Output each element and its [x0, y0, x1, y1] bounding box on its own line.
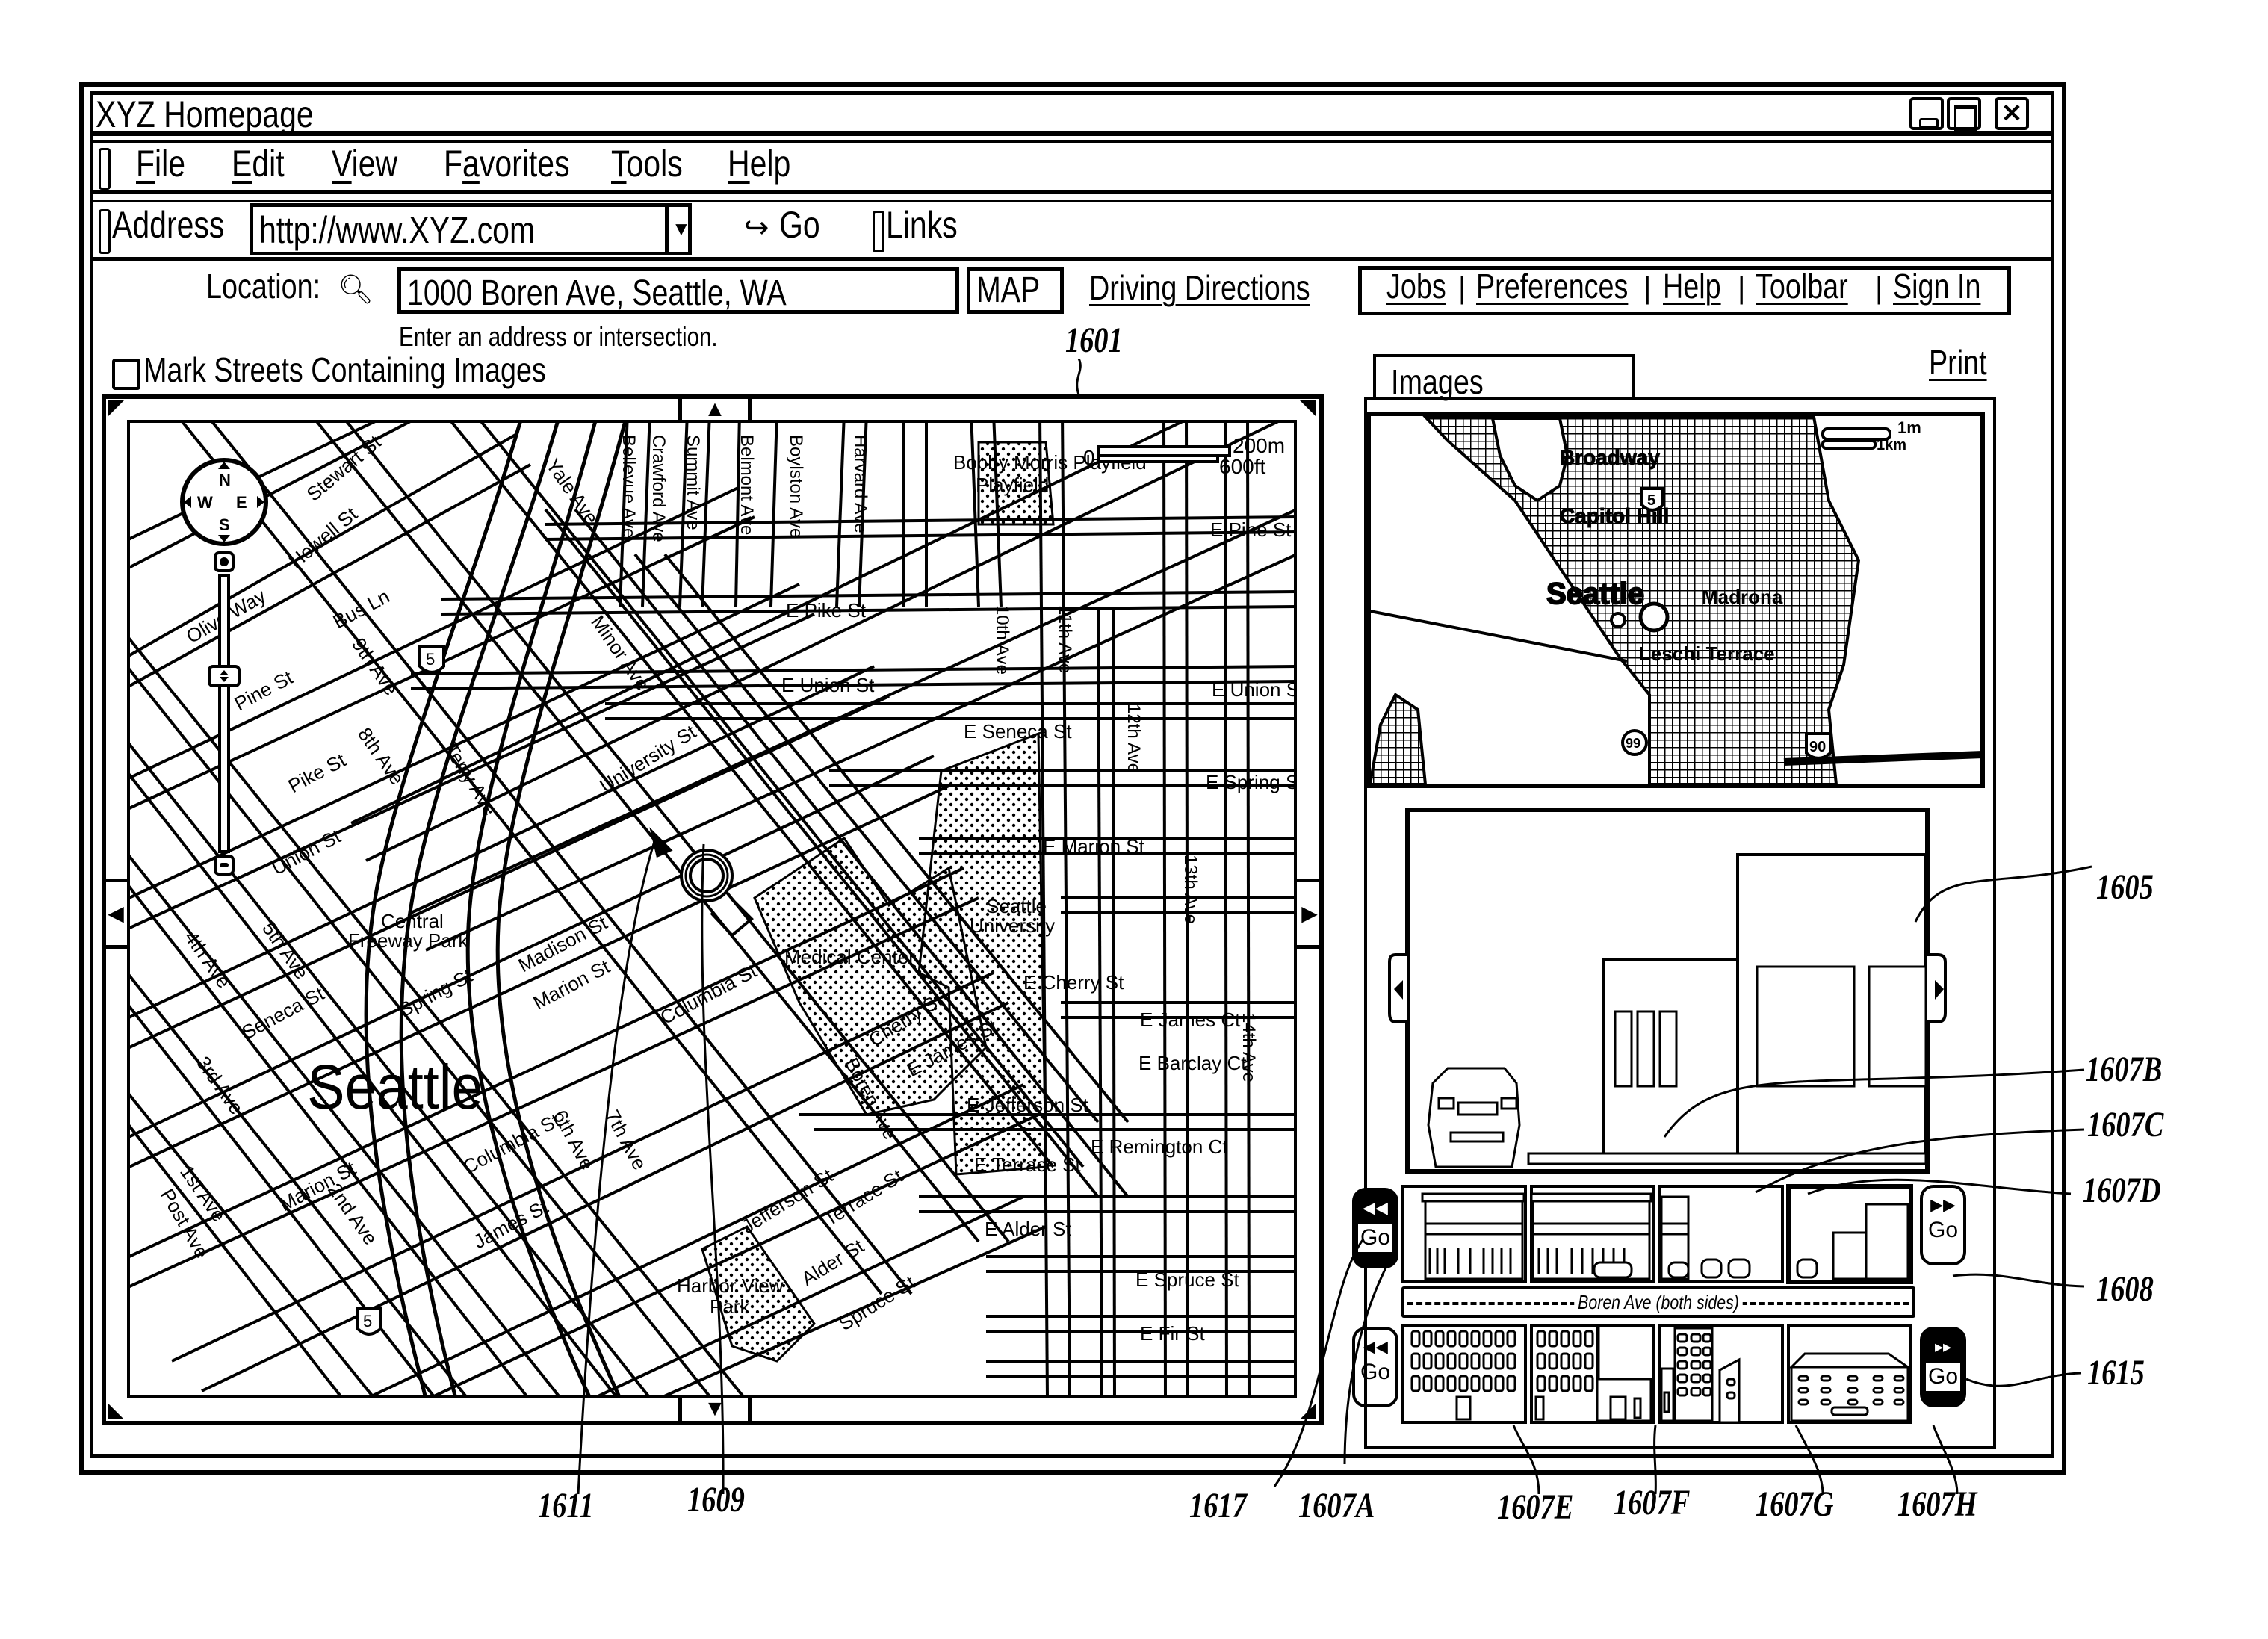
ref-numeral-street-bar: 1608 — [2096, 1269, 2154, 1309]
ref-numeral-position-marker: 1609 — [687, 1480, 745, 1519]
ref-numeral-thumb-e: 1607E — [1497, 1487, 1574, 1527]
ref-numeral-direction-arrow: 1611 — [538, 1486, 594, 1525]
ref-numeral-thumb-b: 1607B — [2086, 1050, 2163, 1089]
ref-numeral-thumb-g: 1607G — [1756, 1484, 1834, 1524]
leader-lines — [577, 836, 2092, 1495]
ref-numeral-thumb-d: 1607D — [2083, 1171, 2161, 1210]
ref-numeral-thumb-a: 1607A — [1298, 1486, 1375, 1525]
ref-numeral-thumb-h: 1607H — [1897, 1484, 1977, 1524]
ref-numeral-main-image: 1605 — [2096, 867, 2154, 907]
ref-numeral-go-forward-bottom: 1615 — [2087, 1353, 2145, 1392]
ref-numeral-thumb-f: 1607F — [1614, 1483, 1691, 1522]
ref-numeral-thumb-c: 1607C — [2087, 1105, 2164, 1144]
ref-numeral-go-back-top: 1617 — [1189, 1486, 1247, 1525]
